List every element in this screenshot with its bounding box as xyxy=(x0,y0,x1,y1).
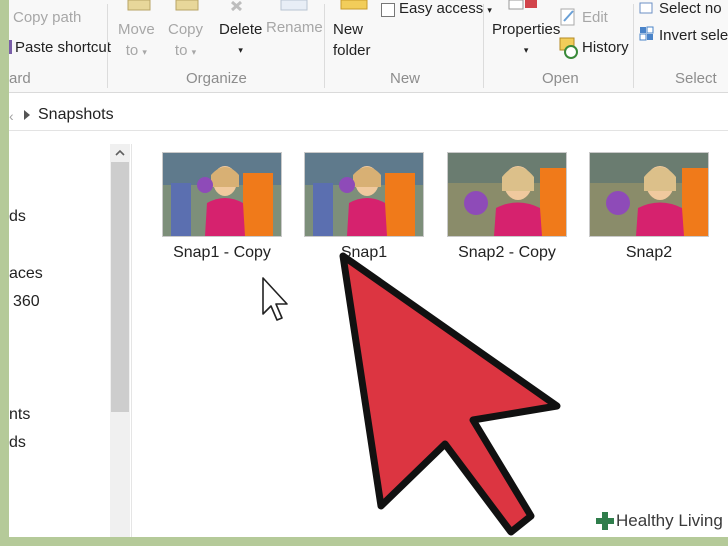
move-to-label-2: to xyxy=(125,42,139,59)
chevron-down-icon: ▾ xyxy=(191,47,197,57)
move-to-label: Move xyxy=(118,21,155,38)
scroll-up-chevron-icon[interactable] xyxy=(110,144,130,162)
photo-thumbnail xyxy=(162,152,282,237)
history-icon xyxy=(559,37,578,59)
edit-label: Edit xyxy=(582,9,608,26)
copy-to-label: Copy xyxy=(168,21,204,38)
file-name-label: Snap2 xyxy=(625,244,673,261)
new-group-label: New xyxy=(390,70,421,87)
new-folder-label-2: folder xyxy=(333,42,371,59)
move-to-icon xyxy=(127,0,151,11)
new-folder-icon xyxy=(340,0,368,10)
nav-item[interactable]: nts xyxy=(9,406,30,424)
watermark-text: Healthy Living xyxy=(616,511,723,530)
delete-button[interactable]: Delete ▾ xyxy=(219,19,262,61)
photo-thumbnail xyxy=(447,152,567,237)
photo-thumbnail xyxy=(304,152,424,237)
copy-path-button[interactable]: Copy path xyxy=(13,9,81,26)
delete-icon xyxy=(231,0,242,12)
select-group-label: Select xyxy=(675,70,717,87)
copy-to-label-2: to xyxy=(174,42,188,59)
copy-to-icon xyxy=(175,0,199,11)
new-folder-button[interactable]: New folder xyxy=(333,19,371,61)
chevron-down-icon: ▾ xyxy=(487,5,492,15)
open-group-label: Open xyxy=(542,70,579,87)
nav-item[interactable]: aces xyxy=(9,265,43,283)
copy-to-button[interactable]: Copy to ▾ xyxy=(168,19,203,63)
chevron-down-icon: ▾ xyxy=(238,45,243,55)
history-button[interactable]: History xyxy=(582,39,629,56)
rename-button[interactable]: Rename xyxy=(266,19,323,36)
select-none-button[interactable]: Select no xyxy=(659,0,722,17)
file-name-label: Snap1 - Copy xyxy=(173,244,271,261)
new-folder-label: New xyxy=(333,21,364,38)
delete-label: Delete xyxy=(219,21,263,38)
scrollbar-thumb[interactable] xyxy=(111,162,129,412)
select-none-icon xyxy=(639,2,653,14)
move-to-button[interactable]: Move to ▾ xyxy=(118,19,155,63)
paste-shortcut-icon xyxy=(9,40,12,54)
easy-access-icon xyxy=(381,3,395,17)
rename-icon xyxy=(280,0,308,11)
nav-item[interactable]: 360 xyxy=(13,293,40,311)
mouse-pointer-icon xyxy=(262,277,288,321)
paste-shortcut-button[interactable]: Paste shortcut xyxy=(15,39,111,56)
breadcrumb-chevron-icon[interactable] xyxy=(24,110,30,120)
ribbon: Copy path Paste shortcut ard Move to ▾ C… xyxy=(9,0,728,93)
watermark: Healthy Living xyxy=(592,505,728,537)
address-bar[interactable] xyxy=(9,100,728,131)
easy-access-button[interactable]: Easy access ▾ xyxy=(399,0,492,17)
invert-selection-icon xyxy=(639,26,654,41)
file-explorer-window: Copy path Paste shortcut ard Move to ▾ C… xyxy=(9,0,728,537)
ribbon-separator xyxy=(483,4,484,88)
cross-logo-icon xyxy=(596,512,614,530)
nav-item[interactable]: ds xyxy=(9,208,26,226)
chevron-down-icon: ▾ xyxy=(523,45,529,55)
ribbon-separator xyxy=(324,4,325,88)
invert-selection-label: Invert sele xyxy=(659,27,728,44)
pane-divider[interactable] xyxy=(131,144,132,537)
clipboard-group-label: ard xyxy=(9,70,31,87)
properties-icon xyxy=(508,0,537,10)
nav-item[interactable]: ds xyxy=(9,434,26,452)
copy-path-label: Copy path xyxy=(13,9,82,26)
chevron-down-icon: ▾ xyxy=(142,47,147,57)
organize-group-label: Organize xyxy=(186,70,247,87)
properties-label: Properties xyxy=(492,21,561,38)
select-none-label: Select no xyxy=(659,0,722,17)
back-arrow-icon[interactable]: ‹ xyxy=(9,108,14,124)
properties-button[interactable]: Properties ▾ xyxy=(492,19,560,61)
paste-shortcut-label: Paste shortcut xyxy=(15,39,111,56)
easy-access-label: Easy access xyxy=(399,0,484,17)
invert-selection-button[interactable]: Invert sele xyxy=(659,27,728,44)
photo-thumbnail xyxy=(589,152,709,237)
history-label: History xyxy=(582,39,629,56)
breadcrumb-current-folder[interactable]: Snapshots xyxy=(38,106,114,124)
edit-icon xyxy=(560,8,575,26)
edit-button[interactable]: Edit xyxy=(582,9,608,26)
red-arrow-icon xyxy=(339,252,561,536)
ribbon-separator xyxy=(107,4,108,88)
rename-label: Rename xyxy=(266,19,323,36)
ribbon-separator xyxy=(633,4,634,88)
